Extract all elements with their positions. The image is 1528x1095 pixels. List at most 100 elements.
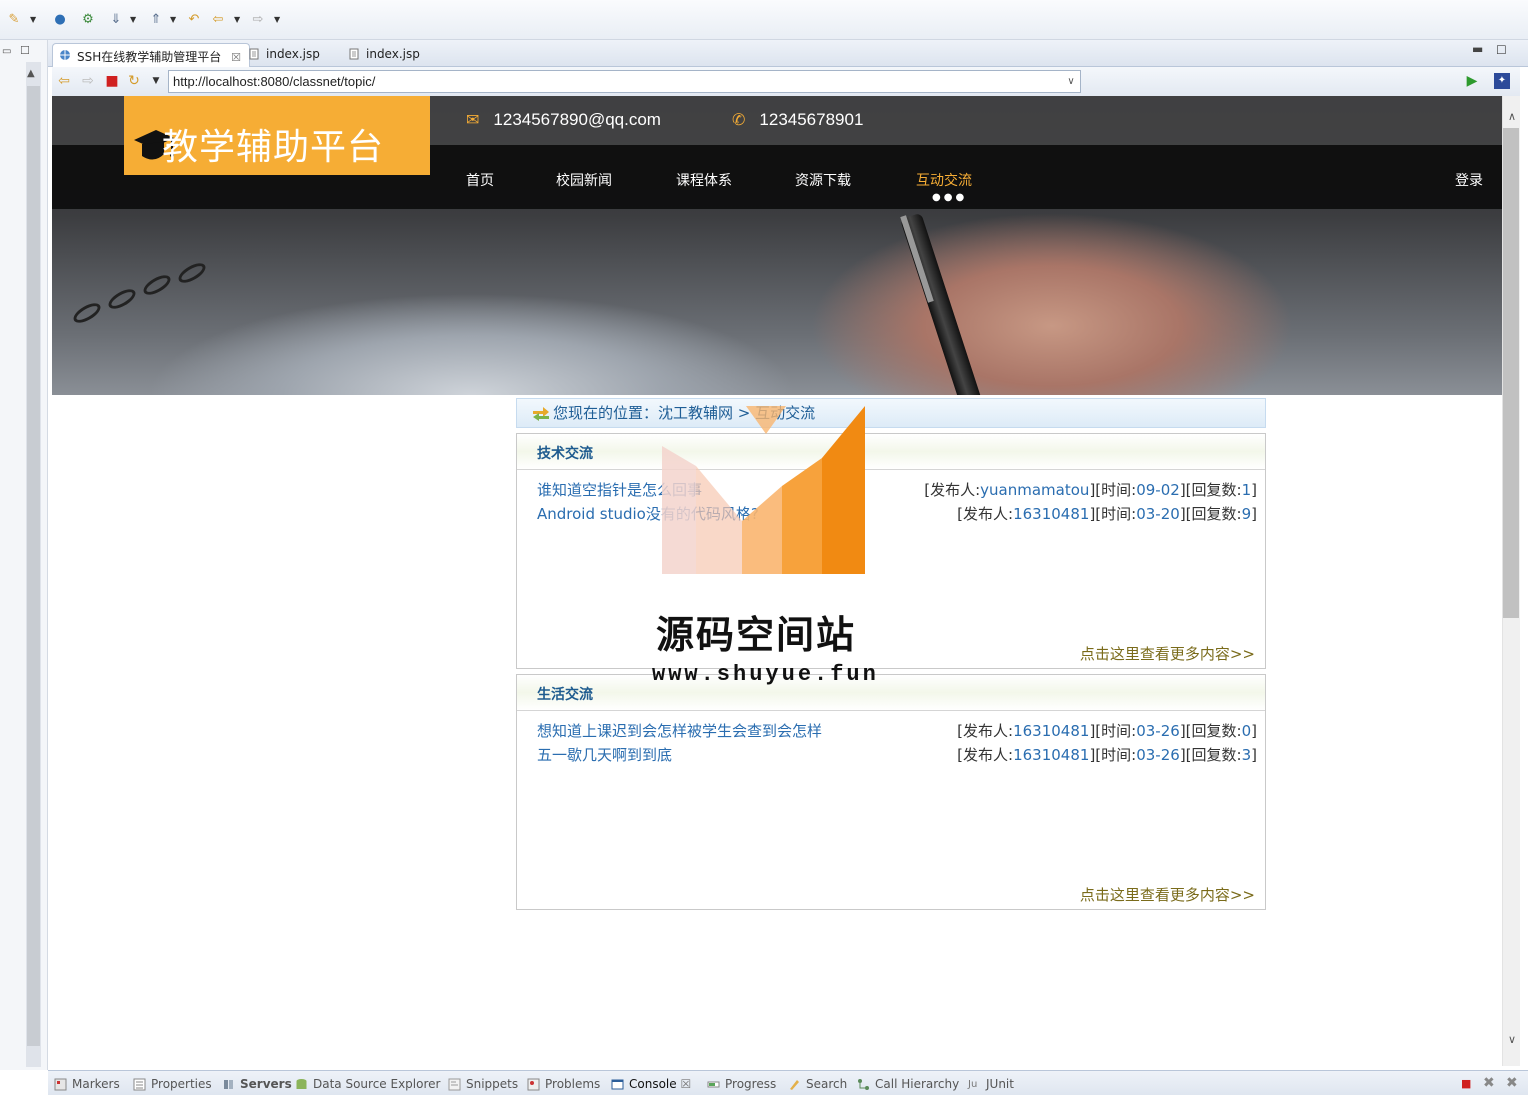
menu-downloads[interactable]: 资源下载	[795, 170, 851, 190]
tab-call-hierarchy[interactable]: Call Hierarchy	[857, 1077, 959, 1091]
dropdown-arrow-icon[interactable]: ▼	[30, 12, 38, 28]
progress-icon	[707, 1081, 720, 1088]
last-edit-icon[interactable]: ↶	[186, 12, 202, 28]
browser-navbar: ⇦ ⇨ ■ ↻ ▼ http://localhost:8080/classnet…	[52, 67, 1520, 96]
tab-index-jsp-2[interactable]: index.jsp	[342, 43, 428, 67]
chevron-down-icon[interactable]: ∨	[1064, 71, 1078, 92]
time-value: 03-20	[1136, 505, 1180, 523]
notebook-spiral	[175, 259, 209, 287]
tab-junit[interactable]: Ju JUnit	[968, 1077, 1014, 1091]
editor-tabs: SSH在线教学辅助管理平台 ☒ index.jsp index.jsp ▬ ☐	[48, 40, 1528, 67]
time-value: 03-26	[1136, 722, 1180, 740]
remove-launch-icon[interactable]: ✖	[1483, 1075, 1495, 1091]
author-label: 发布人:	[930, 481, 981, 499]
author-value[interactable]: yuanmamatou	[980, 481, 1089, 499]
page-scrollbar-thumb[interactable]	[1503, 128, 1519, 618]
more-link[interactable]: 点击这里查看更多内容>>	[1080, 643, 1255, 664]
scroll-up-icon[interactable]: ▲	[27, 68, 35, 79]
prev-annotation-icon[interactable]: ⇑	[148, 12, 164, 28]
tab-properties[interactable]: Properties	[133, 1077, 212, 1091]
author-label: 发布人:	[963, 722, 1014, 740]
file-icon	[349, 48, 359, 60]
logo-text: 教学辅助平台	[162, 127, 385, 168]
tab-problems[interactable]: Problems	[527, 1077, 600, 1091]
menu-campus-news[interactable]: 校园新闻	[556, 170, 612, 190]
tab-index-jsp[interactable]: index.jsp	[242, 43, 328, 67]
more-link[interactable]: 点击这里查看更多内容>>	[1080, 884, 1255, 905]
close-icon[interactable]: ☒	[231, 51, 241, 64]
list-item: 想知道上课迟到会怎样被学生会查到会怎样 [发布人:16310481][时间:03…	[537, 719, 1257, 743]
site-logo[interactable]: 教学辅助平台	[124, 96, 430, 175]
web-page: ✉ 1234567890@qq.com ✆ 12345678901 教学辅助平台 首…	[52, 96, 1502, 1066]
replies-label: 回复数:	[1191, 722, 1242, 740]
active-indicator: ●●●	[932, 192, 968, 203]
junit-icon: Ju	[968, 1079, 978, 1090]
left-scrollbar-thumb[interactable]	[27, 86, 40, 1046]
dropdown-arrow-icon[interactable]: ▼	[274, 12, 282, 28]
minimize-icon[interactable]: ▭	[2, 46, 11, 57]
watermark-title: 源码空间站	[656, 613, 857, 657]
back-icon[interactable]: ⇦	[56, 73, 72, 89]
url-input[interactable]: http://localhost:8080/classnet/topic/ ∨	[168, 70, 1081, 93]
back-icon[interactable]: ⇦	[210, 12, 226, 28]
forward-icon[interactable]: ⇨	[250, 12, 266, 28]
bottom-panel-tabs: Markers Properties Servers Data Source E…	[48, 1070, 1528, 1095]
dropdown-arrow-icon[interactable]: ▼	[234, 12, 242, 28]
run-config-icon[interactable]: ✎	[6, 12, 22, 28]
go-icon[interactable]: ▶	[1464, 73, 1480, 89]
login-link[interactable]: 登录	[1455, 170, 1483, 190]
topic-link[interactable]: 想知道上课迟到会怎样被学生会查到会怎样	[537, 719, 822, 743]
open-task-icon[interactable]: ⚙	[80, 12, 96, 28]
time-value: 09-02	[1136, 481, 1180, 499]
stop-icon[interactable]: ■	[1461, 1077, 1471, 1090]
maximize-icon[interactable]: ☐	[20, 44, 30, 57]
dropdown-arrow-icon[interactable]: ▼	[130, 12, 138, 28]
topic-link[interactable]: 五一歇几天啊到到底	[537, 743, 672, 767]
url-text: http://localhost:8080/classnet/topic/	[173, 74, 376, 89]
remove-all-icon[interactable]: ✖	[1506, 1075, 1518, 1091]
author-value[interactable]: 16310481	[1013, 722, 1089, 740]
properties-icon	[133, 1078, 146, 1091]
snippets-icon	[448, 1078, 461, 1091]
next-annotation-icon[interactable]: ⇓	[108, 12, 124, 28]
tab-data-source-explorer[interactable]: Data Source Explorer	[295, 1077, 440, 1091]
author-value[interactable]: 16310481	[1013, 746, 1089, 764]
servers-icon	[224, 1080, 233, 1089]
menu-home[interactable]: 首页	[466, 170, 494, 190]
author-value[interactable]: 16310481	[1013, 505, 1089, 523]
tab-label: Call Hierarchy	[875, 1077, 960, 1091]
maximize-icon[interactable]: ☐	[1496, 43, 1507, 57]
replies-value: 9	[1241, 505, 1252, 523]
phone-icon: ✆	[732, 112, 746, 129]
topic-meta: [发布人:16310481][时间:03-26][回复数:0]	[957, 722, 1257, 740]
minimize-icon[interactable]: ▬	[1472, 42, 1483, 56]
tab-search[interactable]: Search	[788, 1077, 847, 1091]
tab-snippets[interactable]: Snippets	[448, 1077, 518, 1091]
menu-interaction[interactable]: 互动交流	[916, 170, 972, 190]
browser-settings-icon[interactable]: ✦	[1494, 73, 1510, 89]
scroll-down-icon[interactable]: ∨	[1503, 1031, 1521, 1049]
globe-icon[interactable]: ●	[52, 12, 68, 28]
refresh-icon[interactable]: ↻	[126, 73, 142, 89]
menu-courses[interactable]: 课程体系	[676, 170, 732, 190]
topic-meta: [发布人:yuanmamatou][时间:09-02][回复数:1]	[924, 481, 1257, 499]
replies-value: 3	[1241, 746, 1252, 764]
phone-contact: ✆ 12345678901	[732, 110, 863, 130]
tab-progress[interactable]: Progress	[707, 1077, 776, 1091]
call-hierarchy-icon	[858, 1079, 869, 1090]
tab-markers[interactable]: Markers	[54, 1077, 120, 1091]
tab-console[interactable]: Console ☒	[611, 1077, 691, 1091]
notebook-spiral	[70, 299, 104, 327]
tab-label: SSH在线教学辅助管理平台	[77, 50, 222, 64]
tab-browser[interactable]: SSH在线教学辅助管理平台 ☒	[52, 43, 250, 67]
phone-text: 12345678901	[759, 110, 864, 129]
dropdown-arrow-icon[interactable]: ▼	[170, 12, 178, 28]
stop-icon[interactable]: ■	[104, 73, 120, 89]
scroll-up-icon[interactable]: ∧	[1503, 108, 1521, 126]
tab-servers[interactable]: Servers	[222, 1077, 292, 1091]
forward-icon[interactable]: ⇨	[80, 73, 96, 89]
tab-label: Properties	[151, 1077, 212, 1091]
close-icon[interactable]: ☒	[680, 1077, 691, 1091]
dropdown-arrow-icon[interactable]: ▼	[148, 73, 164, 89]
arrows-icon	[533, 407, 549, 421]
